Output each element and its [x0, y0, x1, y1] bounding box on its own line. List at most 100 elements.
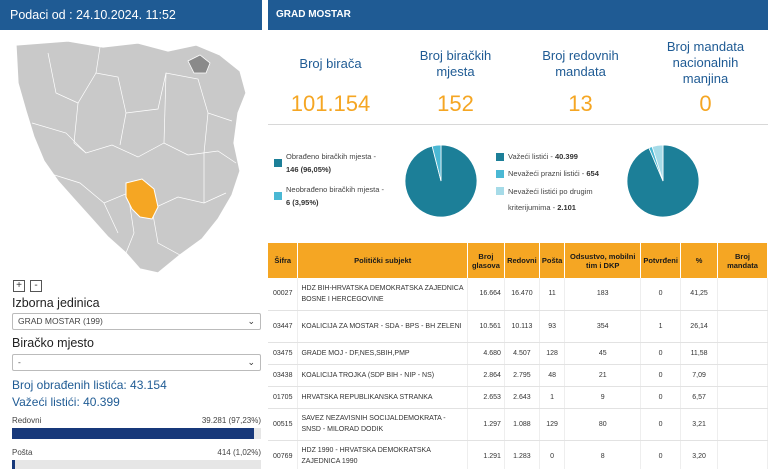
cell-mandata — [717, 364, 768, 387]
cell-redovni: 2.643 — [504, 386, 540, 409]
table-header-row: Šifra Politički subjekt Broj glasova Red… — [268, 243, 768, 278]
table-row[interactable]: 03447 KOALICIJA ZA MOSTAR - SDA - BPS - … — [268, 310, 768, 343]
legend-nevazeci-prazni: Nevažeći prazni listići - 654 — [496, 167, 626, 180]
pie-chart-polling-stations — [404, 144, 478, 218]
tile-label: Broj biračkih mjesta — [419, 48, 492, 79]
cell-odsustvo: 45 — [564, 342, 642, 365]
cell-mandata — [717, 440, 768, 469]
cell-mandata — [717, 310, 768, 343]
cell-potvrdeni: 0 — [640, 386, 682, 409]
legend-value: 654 — [586, 169, 599, 178]
divider — [268, 124, 768, 125]
tile-value: 0 — [699, 91, 712, 116]
results-page: Podaci od : 24.10.2024. 11:52 + - Izborn… — [0, 0, 768, 469]
cell-sifra: 00515 — [268, 408, 299, 441]
cell-sifra: 00769 — [268, 440, 299, 469]
cell-redovni: 2.795 — [504, 364, 540, 387]
col-broj-mandata[interactable]: Broj mandata — [717, 243, 768, 278]
cell-posta: 1 — [539, 386, 566, 409]
cell-potvrdeni: 1 — [640, 310, 682, 343]
tile-label: Broj mandata nacionalnih manjina — [666, 39, 745, 86]
biracko-mjesto-select[interactable]: - ⌄ — [12, 354, 261, 371]
col-odsustvo[interactable]: Odsustvo, mobilni tim i DKP — [564, 243, 642, 278]
cell-procenat: 3,21 — [680, 408, 719, 441]
unit-header: GRAD MOSTAR — [268, 0, 768, 30]
cell-odsustvo: 354 — [564, 310, 642, 343]
cell-odsustvo: 8 — [564, 440, 642, 469]
country-shape[interactable] — [15, 40, 247, 274]
cell-potvrdeni: 0 — [640, 440, 682, 469]
legend-value: 40.399 — [554, 152, 578, 161]
legend-swatch — [496, 153, 504, 161]
col-procenat[interactable]: % — [680, 243, 719, 278]
table-row[interactable]: 03438 KOALICIJA TROJKA (SDP BIH - NIP - … — [268, 364, 768, 387]
cell-procenat: 6,57 — [680, 386, 719, 409]
legend-swatch — [274, 159, 282, 167]
col-broj-glasova[interactable]: Broj glasova — [467, 243, 505, 278]
pie-chart-ballots — [626, 144, 700, 218]
cell-mandata — [717, 278, 768, 311]
col-sifra[interactable]: Šifra — [268, 243, 299, 278]
table-row[interactable]: 00027 HDZ BIH-HRVATSKA DEMOKRATSKA ZAJED… — [268, 278, 768, 311]
legend-value: 6 (3,95%) — [286, 198, 319, 207]
cell-redovni: 1.283 — [504, 440, 540, 469]
chevron-down-icon: ⌄ — [247, 316, 255, 326]
cell-glasova: 4.680 — [467, 342, 505, 365]
legend-vazeci: Važeći listići - 40.399 — [496, 150, 626, 163]
zoom-out-button[interactable]: - — [30, 280, 42, 292]
tile-value: 101.154 — [290, 91, 371, 116]
legend-text: Neobrađeno biračkih mjesta - — [286, 185, 384, 194]
cell-potvrdeni: 0 — [640, 408, 682, 441]
cell-procenat: 11,58 — [680, 342, 719, 365]
legend-value: 146 (96,05%) — [286, 165, 332, 174]
cell-procenat: 41,25 — [680, 278, 719, 311]
cell-redovni: 1.088 — [504, 408, 540, 441]
table-row[interactable]: 00515 SAVEZ NEZAVISNIH SOCIJALDEMOKRATA … — [268, 408, 768, 441]
tile-value: 13 — [568, 91, 593, 116]
col-politicki-subjekt[interactable]: Politički subjekt — [297, 243, 468, 278]
chevron-down-icon: ⌄ — [247, 357, 255, 367]
cell-glasova: 16.664 — [467, 278, 505, 311]
table-row[interactable]: 03475 GRADE MOJ - DF,NES,SBIH,PMP 4.680 … — [268, 342, 768, 365]
table-row[interactable]: 00769 HDZ 1990 - HRVATSKA DEMOKRATSKA ZA… — [268, 440, 768, 469]
legend-neobradeno: Neobrađeno biračkih mjesta - 6 (3,95%) — [274, 183, 404, 209]
cell-odsustvo: 9 — [564, 386, 642, 409]
cell-subjekt: HDZ 1990 - HRVATSKA DEMOKRATSKA ZAJEDNIC… — [297, 440, 468, 469]
bih-map[interactable] — [8, 33, 258, 278]
cell-glasova: 1.297 — [467, 408, 505, 441]
cell-potvrdeni: 0 — [640, 342, 682, 365]
cell-potvrdeni: 0 — [640, 364, 682, 387]
right-panel: GRAD MOSTAR Broj birača 101.154 Broj bir… — [268, 0, 768, 469]
tile-label: Broj redovnih mandata — [542, 48, 619, 79]
cell-subjekt: KOALICIJA TROJKA (SDP BIH - NIP - NS) — [297, 364, 468, 387]
map-svg[interactable] — [8, 33, 258, 278]
legend-text: Važeći listići - — [508, 152, 553, 161]
cell-glasova: 10.561 — [467, 310, 505, 343]
cell-procenat: 3,20 — [680, 440, 719, 469]
cell-glasova: 1.291 — [467, 440, 505, 469]
cell-subjekt: HDZ BIH-HRVATSKA DEMOKRATSKA ZAJEDNICA B… — [297, 278, 468, 311]
cell-sifra: 00027 — [268, 278, 299, 311]
cell-glasova: 2.864 — [467, 364, 505, 387]
cell-procenat: 26,14 — [680, 310, 719, 343]
table-row[interactable]: 01705 HRVATSKA REPUBLIKANSKA STRANKA 2.6… — [268, 386, 768, 409]
cell-glasova: 2.653 — [467, 386, 505, 409]
obradenih-listica-count: Broj obrađenih listića: 43.154 — [12, 378, 167, 392]
izborna-jedinica-select[interactable]: GRAD MOSTAR (199) ⌄ — [12, 313, 261, 330]
tile-value: 152 — [437, 91, 474, 116]
cell-subjekt: GRADE MOJ - DF,NES,SBIH,PMP — [297, 342, 468, 365]
tile-label: Broj birača — [299, 56, 362, 71]
legend-text: Nevažeći listići po drugim kriterijumima… — [508, 187, 593, 212]
redovni-progress-fill — [12, 428, 255, 439]
cell-procenat: 7,09 — [680, 364, 719, 387]
legend-swatch — [274, 192, 282, 200]
legend-value: 2.101 — [557, 203, 576, 212]
col-redovni[interactable]: Redovni — [504, 243, 540, 278]
cell-subjekt: KOALICIJA ZA MOSTAR - SDA - BPS - BH ZEL… — [297, 310, 468, 343]
col-posta[interactable]: Pošta — [539, 243, 566, 278]
cell-sifra: 03438 — [268, 364, 299, 387]
cell-posta: 129 — [539, 408, 566, 441]
biracko-mjesto-value: - — [18, 357, 21, 367]
col-potvrdeni[interactable]: Potvrđeni — [640, 243, 682, 278]
zoom-in-button[interactable]: + — [13, 280, 25, 292]
